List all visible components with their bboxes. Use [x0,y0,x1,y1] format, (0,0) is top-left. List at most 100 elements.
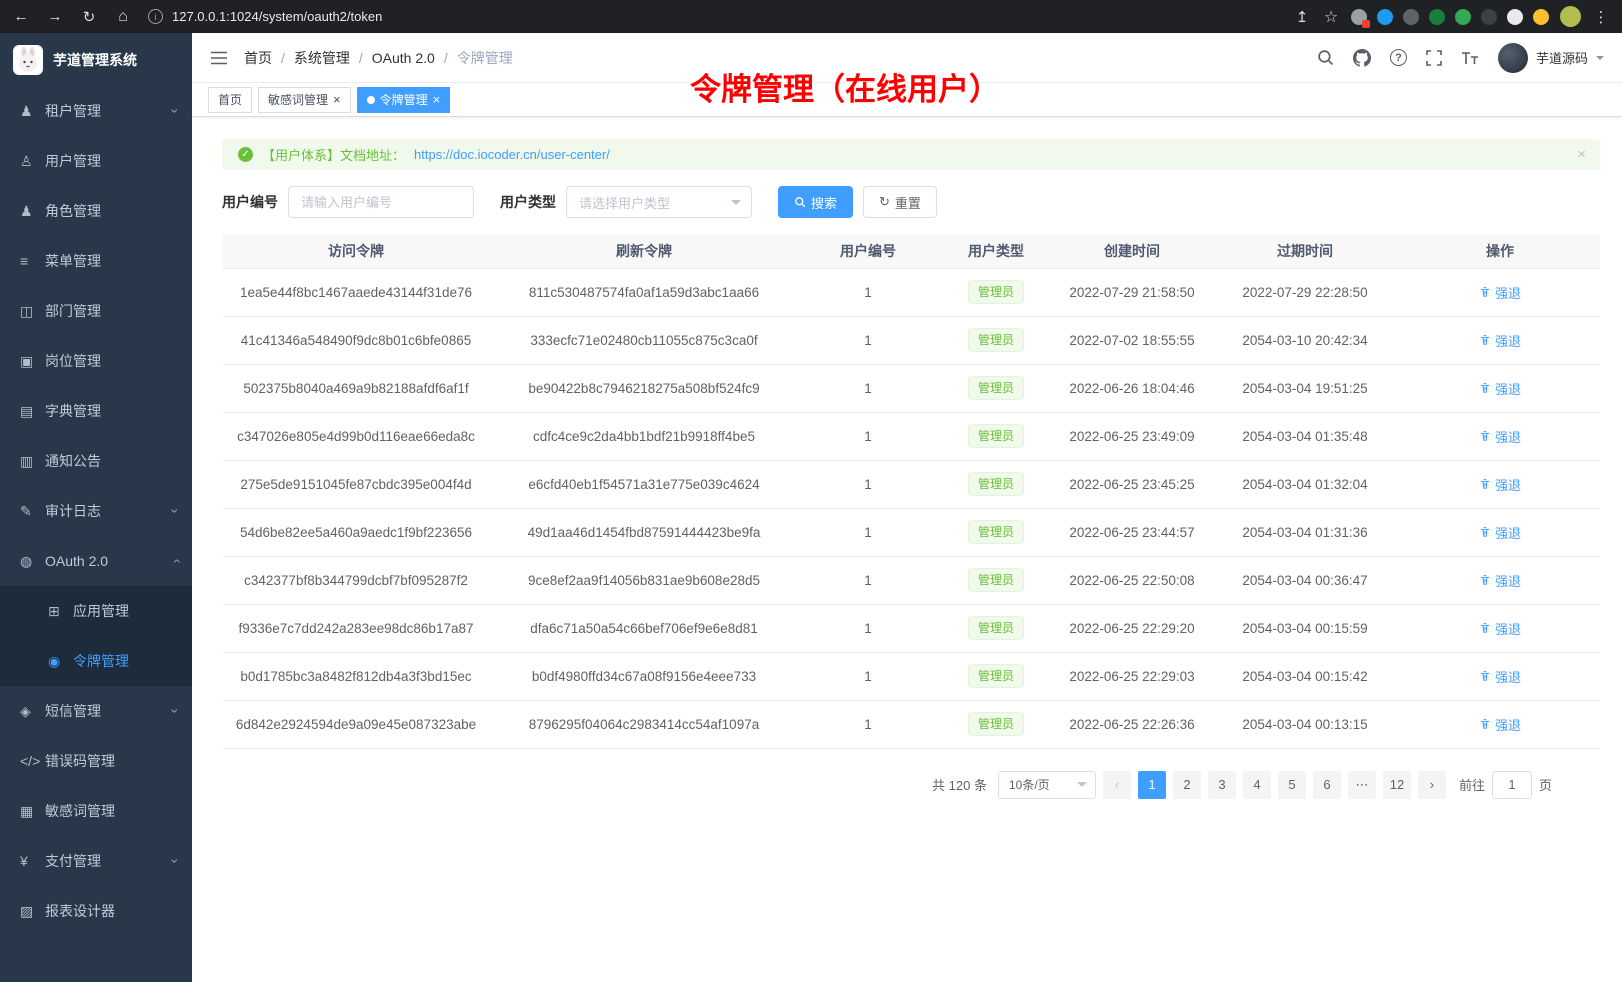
search-button-label: 搜索 [811,193,837,212]
sidebar-item-pay[interactable]: ¥支付管理› [0,836,192,886]
table-row: c342377bf8b344799dcbf7bf095287f29ce8ef2a… [222,556,1600,604]
extension-colorful-icon[interactable] [1455,9,1471,25]
force-logout-button[interactable]: 强退 [1479,571,1521,590]
help-icon[interactable] [1390,49,1407,66]
browser-home-icon[interactable] [114,8,132,26]
force-logout-button[interactable]: 强退 [1479,331,1521,350]
chevron-down-icon: › [168,109,184,114]
refresh-token-cell: 9ce8ef2aa9f14056b831ae9b608e28d5 [490,556,798,604]
sidebar-item-menu[interactable]: ≡菜单管理 [0,236,192,286]
access-token-cell: 41c41346a548490f9dc8b01c6bfe0865 [222,316,490,364]
extension-light-icon[interactable] [1507,9,1523,25]
page-button-2[interactable]: 2 [1173,771,1201,799]
sidebar-item-errcode[interactable]: </>错误码管理 [0,736,192,786]
sidebar-item-tenant[interactable]: ♟租户管理› [0,86,192,136]
page-size-select[interactable]: 10条/页 [998,771,1096,799]
address-bar[interactable]: 127.0.0.1:1024/system/oauth2/token [148,9,1277,24]
delete-icon [1479,334,1491,346]
extension-black-icon[interactable] [1481,9,1497,25]
sidebar-item-sensitive[interactable]: ▦敏感词管理 [0,786,192,836]
font-size-icon[interactable] [1461,51,1479,65]
user-menu[interactable]: 芋道源码 [1498,43,1604,73]
breadcrumb-item[interactable]: OAuth 2.0 [372,50,435,66]
app-logo[interactable]: 芋道管理系统 [0,33,192,86]
sidebar-item-oauth2-token[interactable]: ◉令牌管理 [0,636,192,686]
page-button-12[interactable]: 12 [1383,771,1411,799]
doc-link[interactable]: https://doc.iocoder.cn/user-center/ [414,147,610,162]
tab-close-icon[interactable]: × [333,93,341,106]
force-logout-button[interactable]: 强退 [1479,523,1521,542]
view-tab-首页[interactable]: 首页 [208,87,252,113]
prev-page-button[interactable]: ‹ [1103,771,1131,799]
extension-twitter-icon[interactable] [1377,9,1393,25]
create-time-cell: 2022-06-26 18:04:46 [1054,364,1210,412]
sidebar-item-post[interactable]: ▣岗位管理 [0,336,192,386]
reset-button[interactable]: 重置 [863,186,937,218]
extension-dark-icon[interactable] [1403,9,1419,25]
page-button-1[interactable]: 1 [1138,771,1166,799]
sidebar-item-oauth2[interactable]: ◍OAuth 2.0› [0,536,192,586]
sidebar-item-dept[interactable]: ◫部门管理 [0,286,192,336]
sidebar-item-dict[interactable]: ▤字典管理 [0,386,192,436]
page-button-5[interactable]: 5 [1278,771,1306,799]
breadcrumb-item[interactable]: 系统管理 [294,48,350,68]
fullscreen-icon[interactable] [1426,50,1442,66]
browser-back-icon[interactable] [12,8,30,26]
force-logout-button[interactable]: 强退 [1479,667,1521,686]
sidebar-item-report[interactable]: ▨报表设计器 [0,886,192,936]
page-button-6[interactable]: 6 [1313,771,1341,799]
goto-page-input[interactable] [1492,771,1532,799]
force-logout-button[interactable]: 强退 [1479,427,1521,446]
browser-reload-icon[interactable] [80,8,98,26]
hamburger-icon[interactable] [210,51,228,65]
sidebar-item-audit[interactable]: ✎审计日志› [0,486,192,536]
browser-forward-icon[interactable] [46,8,64,26]
create-time-cell: 2022-06-25 23:45:25 [1054,460,1210,508]
breadcrumb-item[interactable]: 首页 [244,48,272,68]
sidebar-item-label: 错误码管理 [45,751,178,771]
search-icon[interactable] [1317,49,1334,66]
breadcrumb: 首页/系统管理/OAuth 2.0/令牌管理 [244,48,513,68]
view-tab-令牌管理[interactable]: 令牌管理× [357,87,451,113]
page-button-4[interactable]: 4 [1243,771,1271,799]
page-content: 【用户体系】文档地址： https://doc.iocoder.cn/user-… [192,117,1622,982]
view-tab-敏感词管理[interactable]: 敏感词管理× [258,87,351,113]
notice-icon: ▥ [20,453,45,470]
github-icon[interactable] [1353,49,1371,67]
bookmark-star-icon[interactable] [1322,8,1340,26]
site-info-icon[interactable] [148,9,163,24]
page-button-3[interactable]: 3 [1208,771,1236,799]
next-page-button[interactable]: › [1418,771,1446,799]
search-button[interactable]: 搜索 [778,186,853,218]
tab-close-icon[interactable]: × [433,93,441,106]
sms-icon: ◈ [20,703,45,720]
force-logout-button[interactable]: 强退 [1479,715,1521,734]
sidebar-item-oauth2-app[interactable]: ⊞应用管理 [0,586,192,636]
delete-icon [1479,478,1491,490]
extension-smiley-icon[interactable] [1533,9,1549,25]
sidebar-item-role[interactable]: ♟角色管理 [0,186,192,236]
sidebar-item-label: 令牌管理 [73,651,178,671]
browser-profile-avatar[interactable] [1560,6,1581,27]
alert-close-icon[interactable] [1577,146,1586,163]
page-ellipsis[interactable]: ⋯ [1348,771,1376,799]
extension-green-icon[interactable] [1429,9,1445,25]
sidebar-item-user[interactable]: ♙用户管理 [0,136,192,186]
goto-label: 前往 [1459,775,1485,794]
url-text[interactable]: 127.0.0.1:1024/system/oauth2/token [172,9,382,24]
user-type-placeholder: 请选择用户类型 [579,193,670,212]
user-id-input[interactable] [288,186,474,218]
sidebar-item-label: 字典管理 [45,401,178,421]
user-type-badge: 管理员 [968,664,1024,688]
tenant-icon: ♟ [20,103,45,120]
force-logout-button[interactable]: 强退 [1479,283,1521,302]
sidebar-item-notice[interactable]: ▥通知公告 [0,436,192,486]
extension-gray-icon[interactable] [1351,9,1367,25]
force-logout-button[interactable]: 强退 [1479,619,1521,638]
share-icon[interactable] [1293,8,1311,26]
user-type-select[interactable]: 请选择用户类型 [566,186,752,218]
sidebar-item-sms[interactable]: ◈短信管理› [0,686,192,736]
force-logout-button[interactable]: 强退 [1479,475,1521,494]
browser-menu-icon[interactable] [1592,8,1610,26]
force-logout-button[interactable]: 强退 [1479,379,1521,398]
